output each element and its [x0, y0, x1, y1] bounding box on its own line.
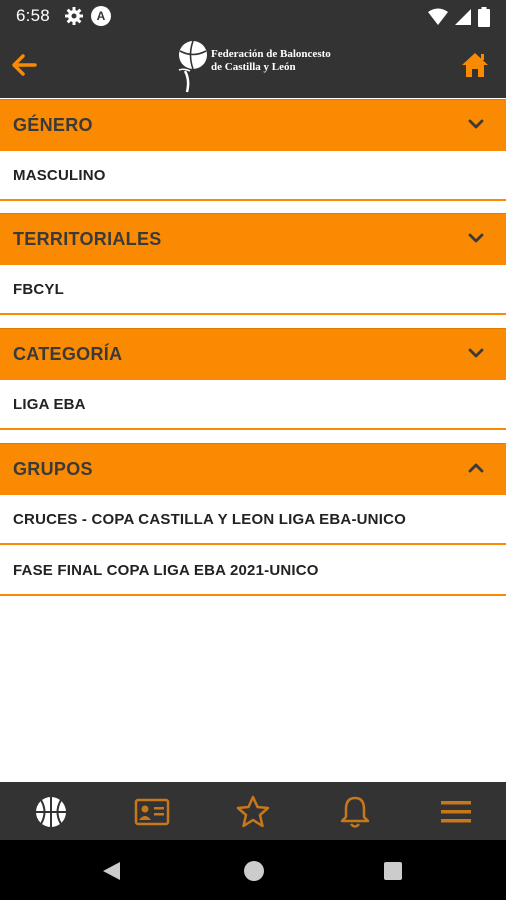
federation-logo: Federación de Baloncesto de Castilla y L…	[174, 36, 334, 96]
list-item-fase-final[interactable]: FASE FINAL COPA LIGA EBA 2021-UNICO	[0, 546, 506, 596]
list-item-label: FASE FINAL COPA LIGA EBA 2021-UNICO	[13, 562, 319, 579]
home-circle-icon[interactable]	[243, 860, 265, 882]
list-item-masculino[interactable]: MASCULINO	[0, 151, 506, 201]
logo-line-2: de Castilla y León	[211, 61, 296, 73]
status-time: 6:58	[16, 6, 50, 25]
recents-square-icon[interactable]	[383, 861, 403, 881]
chevron-up-icon	[468, 463, 484, 473]
section-title: GRUPOS	[13, 459, 93, 479]
section-header-grupos[interactable]: GRUPOS	[0, 443, 506, 495]
list-item-label: LIGA EBA	[13, 396, 86, 413]
list-item-fbcyl[interactable]: FBCYL	[0, 265, 506, 315]
menu-icon[interactable]	[438, 794, 474, 830]
list-item-cruces[interactable]: CRUCES - COPA CASTILLA Y LEON LIGA EBA-U…	[0, 495, 506, 545]
section-title: GÉNERO	[13, 115, 93, 135]
back-arrow-icon[interactable]	[10, 51, 38, 79]
settings-icon	[64, 6, 84, 31]
chevron-down-icon	[468, 233, 484, 243]
star-icon[interactable]	[235, 794, 271, 830]
chevron-down-icon	[468, 348, 484, 358]
bottom-navigation	[0, 782, 506, 840]
section-title: TERRITORIALES	[13, 229, 162, 249]
battery-icon	[478, 7, 490, 27]
basketball-logo-icon	[178, 40, 207, 93]
status-bar: 6:58 A	[0, 0, 506, 33]
list-item-label: FBCYL	[13, 281, 64, 298]
home-icon[interactable]	[460, 50, 490, 80]
wifi-icon	[428, 8, 448, 25]
back-triangle-icon[interactable]	[100, 860, 122, 882]
basketball-icon[interactable]	[33, 794, 69, 830]
id-card-icon[interactable]	[134, 794, 170, 830]
list-item-label: MASCULINO	[13, 167, 106, 184]
list-item-liga-eba[interactable]: LIGA EBA	[0, 380, 506, 430]
section-title: CATEGORÍA	[13, 344, 123, 364]
app-bar: Federación de Baloncesto de Castilla y L…	[0, 33, 506, 98]
a-badge-icon: A	[91, 6, 111, 26]
section-header-genero[interactable]: GÉNERO	[0, 99, 506, 151]
section-header-categoria[interactable]: CATEGORÍA	[0, 328, 506, 380]
signal-icon	[455, 9, 471, 25]
system-navigation-bar	[0, 840, 506, 900]
chevron-down-icon	[468, 119, 484, 129]
bell-icon[interactable]	[337, 794, 373, 830]
list-item-label: CRUCES - COPA CASTILLA Y LEON LIGA EBA-U…	[13, 511, 406, 528]
logo-line-1: Federación de Baloncesto	[211, 48, 331, 60]
section-header-territoriales[interactable]: TERRITORIALES	[0, 213, 506, 265]
